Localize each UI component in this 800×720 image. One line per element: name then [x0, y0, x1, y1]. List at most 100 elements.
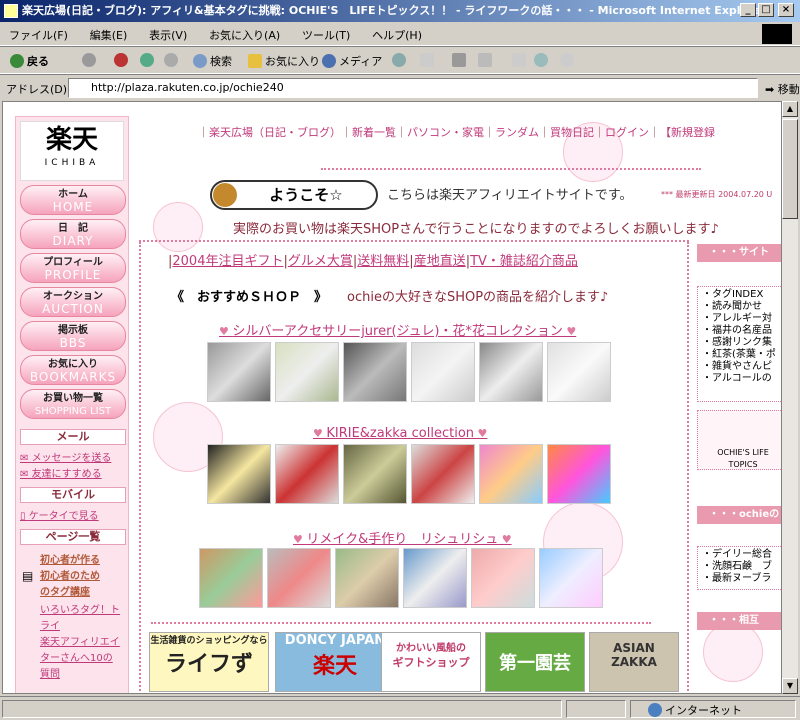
- ochie-link-soap[interactable]: ・洗顔石鹸 ブ: [702, 561, 781, 573]
- product-image[interactable]: [411, 444, 475, 504]
- forward-button[interactable]: [82, 53, 99, 67]
- research-button[interactable]: [560, 53, 577, 67]
- cat-free-shipping[interactable]: 送料無料: [357, 254, 409, 269]
- menu-favorites[interactable]: お気に入り(A): [200, 22, 289, 43]
- page-link-affiliate-q-2[interactable]: ターさんへ10の: [40, 649, 113, 664]
- refresh-button[interactable]: [140, 53, 157, 67]
- product-image[interactable]: [207, 444, 271, 504]
- go-button[interactable]: ➡ 移動: [765, 81, 800, 97]
- banner-daiichi-engei[interactable]: 第一園芸: [485, 632, 585, 692]
- product-image[interactable]: [539, 548, 603, 608]
- nav-diary[interactable]: 日 記 DIARY: [20, 219, 126, 249]
- nav-shopping-list[interactable]: お買い物一覧 SHOPPING LIST: [20, 389, 126, 419]
- print-button[interactable]: [452, 53, 469, 67]
- menu-view[interactable]: 表示(V): [140, 22, 196, 43]
- rakuten-logo[interactable]: 楽天 ICHIBA: [20, 121, 124, 181]
- scroll-up-button[interactable]: ▲: [782, 101, 798, 117]
- product-image[interactable]: [471, 548, 535, 608]
- product-image[interactable]: [479, 342, 543, 402]
- cat-direct[interactable]: 産地直送: [414, 254, 466, 269]
- product-image[interactable]: [343, 342, 407, 402]
- ochie-link-nubra[interactable]: ・最新ヌーブラ: [702, 573, 781, 585]
- topnav-rakuten-plaza[interactable]: 楽天広場（日記・ブログ）: [209, 126, 341, 139]
- page-link-affiliate-q[interactable]: 楽天アフィリエイ: [40, 633, 120, 648]
- site-link-read-aloud[interactable]: ・読み聞かせ: [702, 301, 781, 313]
- stop-button[interactable]: [114, 53, 131, 67]
- page-link-various-tags-2[interactable]: ライ: [40, 617, 60, 632]
- product-image[interactable]: [411, 342, 475, 402]
- page-link-tag-course-3[interactable]: のタグ講座: [40, 583, 90, 598]
- ochie-life-topics-banner[interactable]: OCHIE'S LIFE TOPICS: [697, 410, 781, 470]
- nav-profile[interactable]: プロフィール PROFILE: [20, 253, 126, 283]
- product-image[interactable]: [275, 444, 339, 504]
- product-image[interactable]: [275, 342, 339, 402]
- banner-life-zakka[interactable]: 生活雑貨のショッピングなら ライフず: [149, 632, 269, 692]
- page-link-various-tags[interactable]: いろいろタグ！ト: [40, 601, 120, 616]
- topnav-new[interactable]: 新着一覧: [352, 126, 396, 139]
- topnav-login[interactable]: ログイン: [605, 126, 649, 139]
- nav-auction[interactable]: オークション AUCTION: [20, 287, 126, 317]
- scroll-thumb[interactable]: [782, 119, 798, 219]
- site-link-allergy[interactable]: ・アレルギー対: [702, 313, 781, 325]
- nav-home[interactable]: ホーム HOME: [20, 185, 126, 215]
- topnav-random[interactable]: ランダム: [495, 126, 539, 139]
- close-button[interactable]: ×: [778, 3, 794, 17]
- page-link-affiliate-q-3[interactable]: 質問: [40, 665, 60, 680]
- ochie-link-daily[interactable]: ・デイリー総合: [702, 549, 781, 561]
- cat-gourmet[interactable]: グルメ大賞: [288, 254, 353, 269]
- section-title-kirie[interactable]: ♥ KIRIE&zakka collection ♥: [313, 426, 487, 441]
- banner-balloon-gift[interactable]: かわいい風船の ギフトショップ: [381, 632, 481, 692]
- cat-gift-2004[interactable]: 2004年注目ギフト: [172, 254, 283, 269]
- product-image[interactable]: [547, 342, 611, 402]
- search-button[interactable]: 検索: [193, 53, 232, 69]
- maximize-button[interactable]: □: [758, 3, 774, 17]
- mobile-view-link[interactable]: ▯ ケータイで見る: [20, 507, 99, 522]
- site-link-tag-index[interactable]: ・タグINDEX: [702, 289, 781, 301]
- back-button[interactable]: 戻る: [10, 53, 49, 69]
- product-image[interactable]: [403, 548, 467, 608]
- product-image[interactable]: [207, 342, 271, 402]
- messenger-button[interactable]: [534, 53, 551, 67]
- site-link-alcohol[interactable]: ・アルコールの: [702, 373, 781, 385]
- favorites-button[interactable]: お気に入り: [248, 53, 320, 69]
- address-input[interactable]: http://plaza.rakuten.co.jp/ochie240: [68, 78, 758, 98]
- nav-bookmarks[interactable]: お気に入り BOOKMARKS: [20, 355, 126, 385]
- nav-bbs[interactable]: 掲示板 BBS: [20, 321, 126, 351]
- site-link-tea[interactable]: ・紅茶(茶葉・ポ: [702, 349, 781, 361]
- home-button[interactable]: [164, 53, 181, 67]
- banner-asian-zakka[interactable]: ASIAN ZAKKA: [589, 632, 679, 692]
- media-button[interactable]: メディア: [322, 53, 382, 69]
- intro-line-2: 実際のお買い物は楽天SHOPさんで行うことになりますのでよろしくお願いします♪: [233, 222, 719, 237]
- discuss-button[interactable]: [512, 53, 529, 67]
- site-link-zakka[interactable]: ・雑貨やさんピ: [702, 361, 781, 373]
- recommend-friend-link[interactable]: ✉ 友達にすすめる: [20, 465, 102, 480]
- history-button[interactable]: [392, 53, 409, 67]
- product-image[interactable]: [547, 444, 611, 504]
- site-link-thanks[interactable]: ・感謝リンク集: [702, 337, 781, 349]
- send-message-link[interactable]: ✉ メッセージを送る: [20, 449, 111, 464]
- product-image[interactable]: [479, 444, 543, 504]
- edit-button[interactable]: [478, 53, 495, 67]
- section-title-remake[interactable]: ♥ リメイク&手作り リシュリシュ ♥: [293, 528, 512, 547]
- mail-button[interactable]: [420, 53, 437, 67]
- topnav-register[interactable]: 【新規登録: [660, 126, 715, 139]
- menu-edit[interactable]: 編集(E): [81, 22, 137, 43]
- scroll-down-button[interactable]: ▼: [782, 678, 798, 694]
- vertical-scrollbar[interactable]: ▲ ▼: [782, 101, 798, 694]
- menu-file[interactable]: ファイル(F): [0, 22, 77, 43]
- menu-help[interactable]: ヘルプ(H): [363, 22, 431, 43]
- product-image[interactable]: [199, 548, 263, 608]
- section-title-silver[interactable]: ♥ シルバーアクセサリーjurer(ジュレ)・花*花コレクション ♥: [219, 320, 576, 339]
- page-link-tag-course[interactable]: 初心者が作る: [40, 551, 100, 566]
- topnav-shopping-diary[interactable]: 買物日記: [550, 126, 594, 139]
- cat-tv-magazine[interactable]: TV・雑誌紹介商品: [470, 254, 578, 269]
- menu-tools[interactable]: ツール(T): [293, 22, 359, 43]
- page-link-tag-course-2[interactable]: 初心者のため: [40, 567, 100, 582]
- minimize-button[interactable]: _: [740, 3, 756, 17]
- site-link-fukui[interactable]: ・福井の名産品: [702, 325, 781, 337]
- product-image[interactable]: [335, 548, 399, 608]
- product-image[interactable]: [267, 548, 331, 608]
- banner-doncy-japan[interactable]: DONCY JAPAN 楽天: [275, 632, 395, 692]
- topnav-pc[interactable]: パソコン・家電: [407, 126, 484, 139]
- product-image[interactable]: [343, 444, 407, 504]
